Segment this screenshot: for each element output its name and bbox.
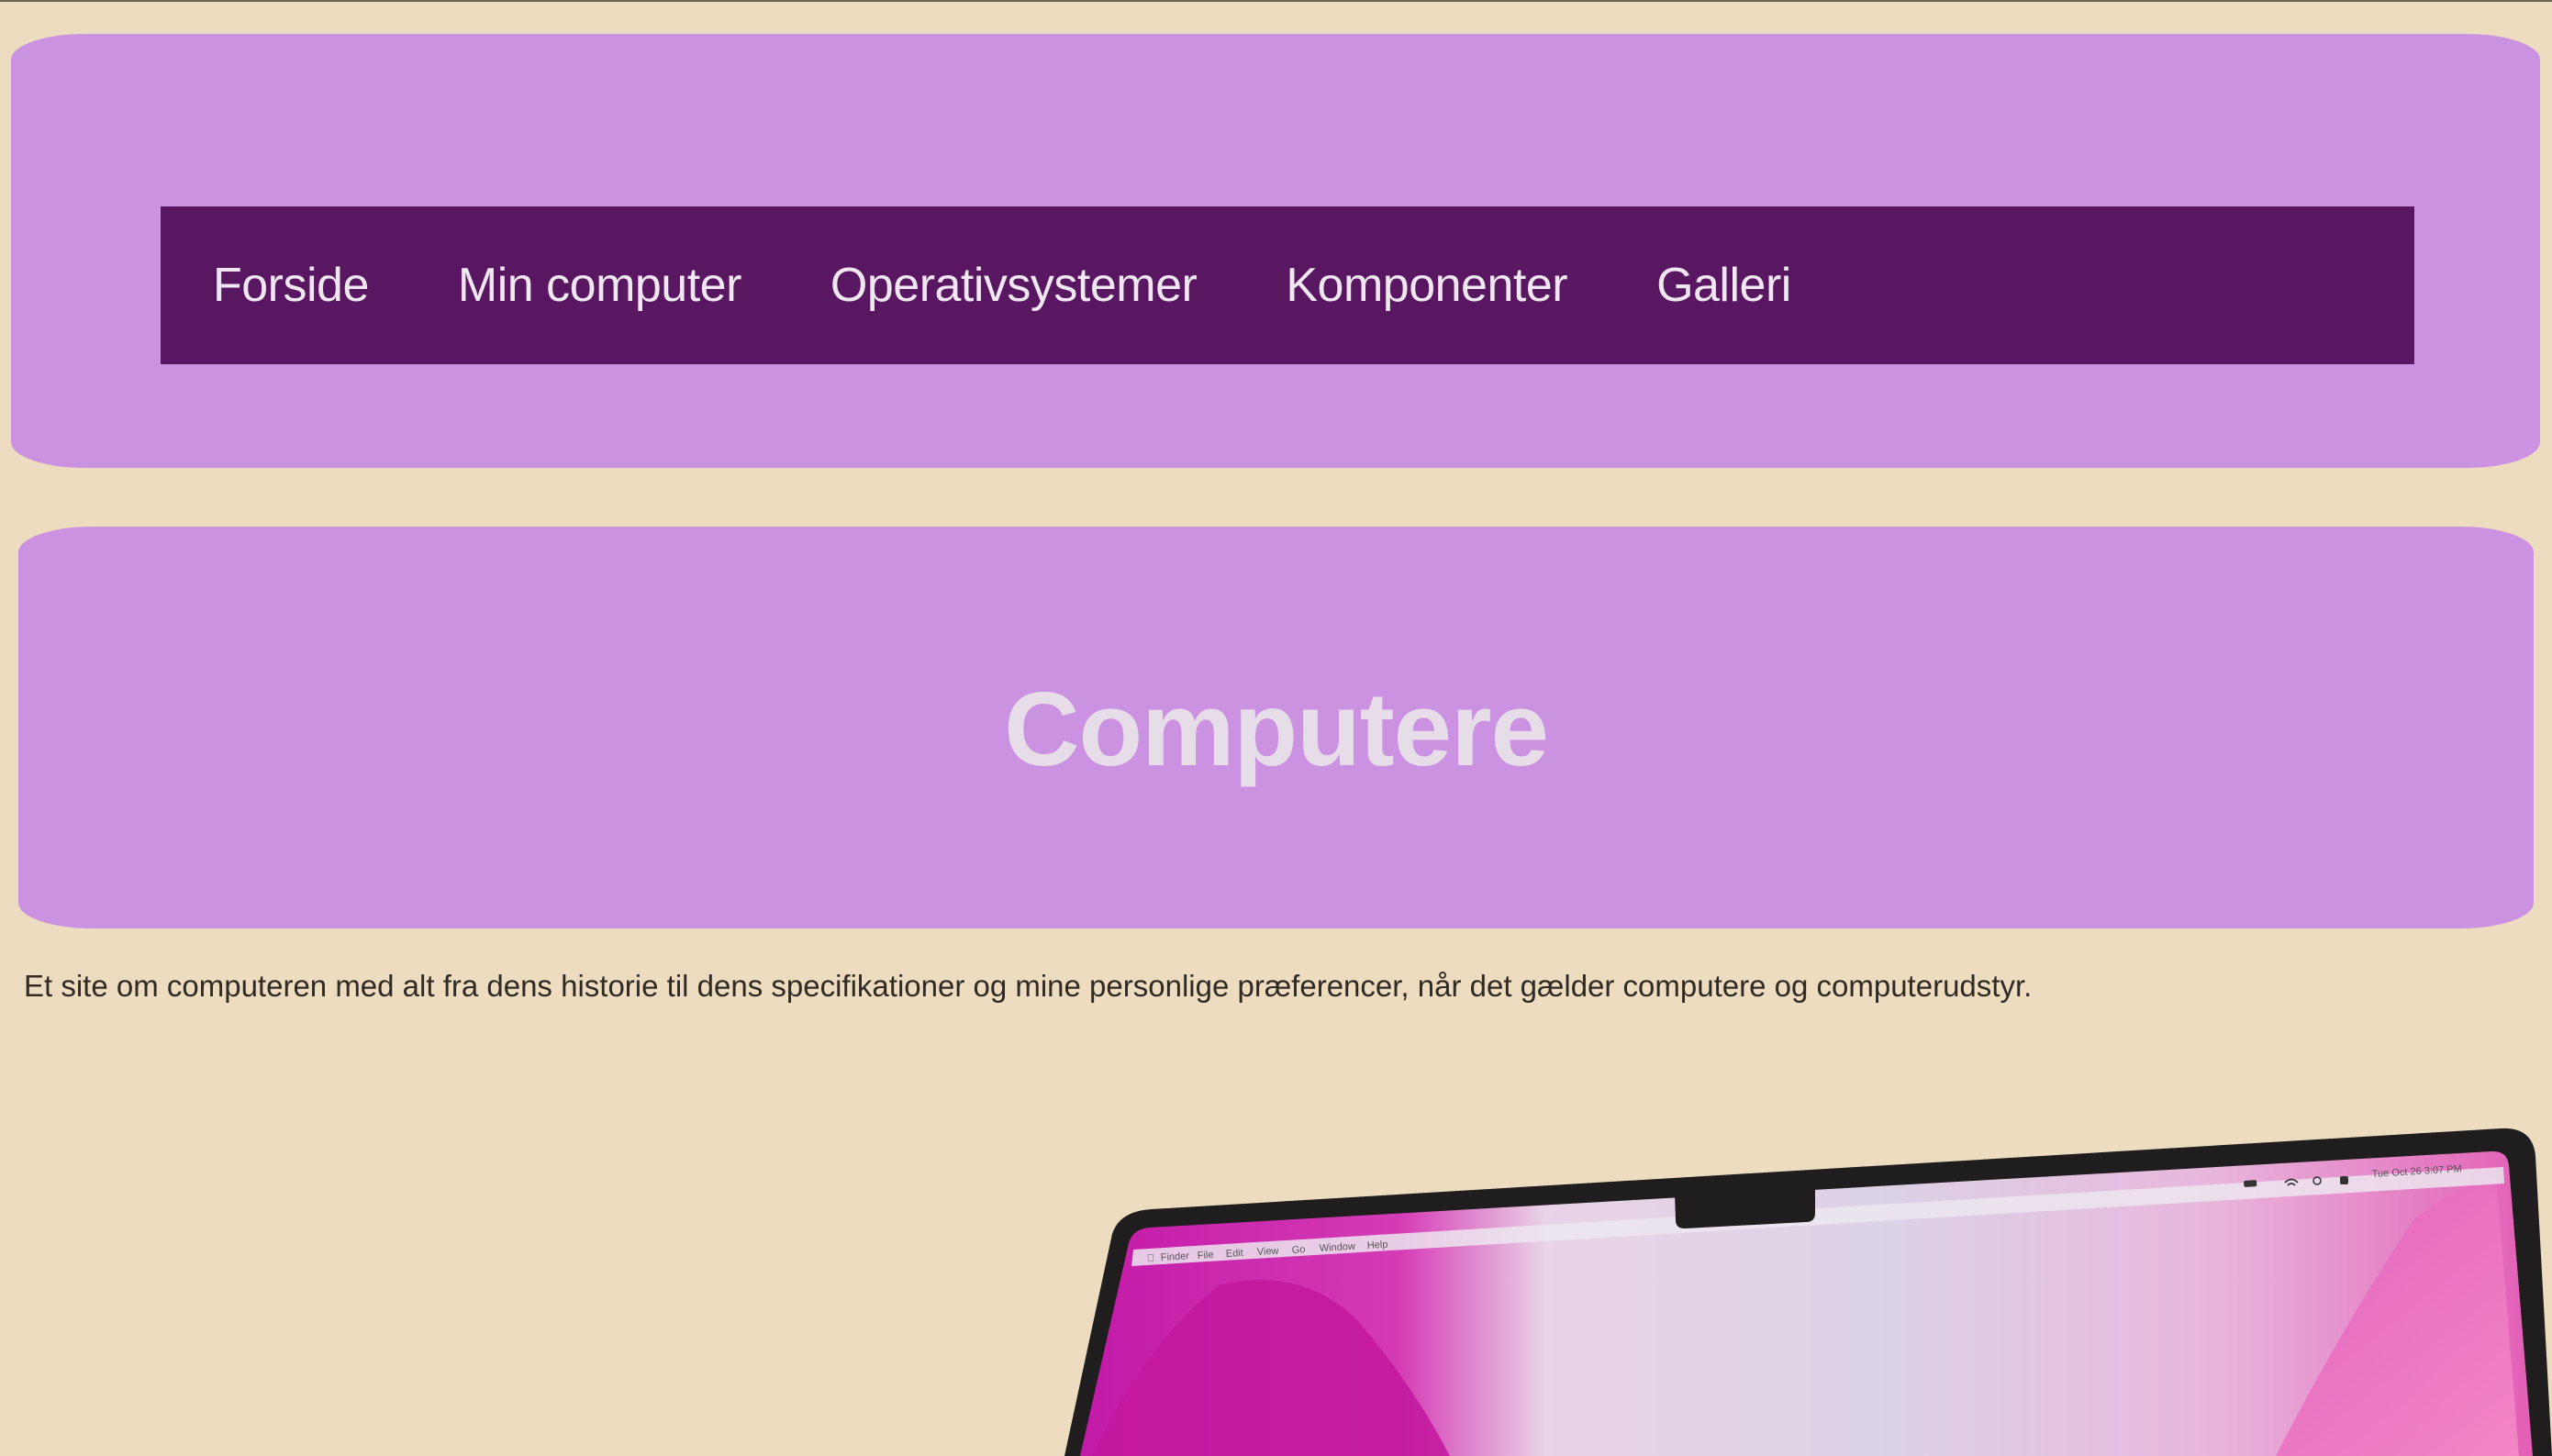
nav-item-galleri[interactable]: Galleri xyxy=(1656,258,1791,313)
page-title: Computere xyxy=(1004,671,1549,788)
laptop-image:  Finder File Edit View Go Window Help T… xyxy=(1064,1110,2552,1456)
nav-item-min-computer[interactable]: Min computer xyxy=(458,258,742,313)
control-center-icon xyxy=(2340,1176,2348,1184)
svg-text::  xyxy=(1146,1253,1154,1264)
svg-text:File: File xyxy=(1197,1250,1213,1261)
svg-text:Window: Window xyxy=(1319,1241,1355,1254)
svg-text:View: View xyxy=(1256,1246,1278,1258)
svg-text:Edit: Edit xyxy=(1225,1248,1243,1260)
top-border-line xyxy=(0,0,2552,2)
menubar-finder: Finder xyxy=(1160,1250,1189,1263)
svg-text:Help: Help xyxy=(1366,1239,1387,1251)
svg-text:Go: Go xyxy=(1291,1244,1305,1256)
header-band: Forside Min computer Operativsystemer Ko… xyxy=(11,34,2540,468)
main-navigation: Forside Min computer Operativsystemer Ko… xyxy=(161,206,2414,364)
intro-text: Et site om computeren med alt fra dens h… xyxy=(24,969,2033,1003)
battery-icon xyxy=(2244,1180,2257,1187)
laptop-illustration:  Finder File Edit View Go Window Help T… xyxy=(1064,1128,2552,1456)
hero-banner: Computere xyxy=(18,527,2534,928)
nav-item-komponenter[interactable]: Komponenter xyxy=(1286,258,1567,313)
nav-item-operativsystemer[interactable]: Operativsystemer xyxy=(830,258,1198,313)
nav-item-forside[interactable]: Forside xyxy=(213,258,369,313)
